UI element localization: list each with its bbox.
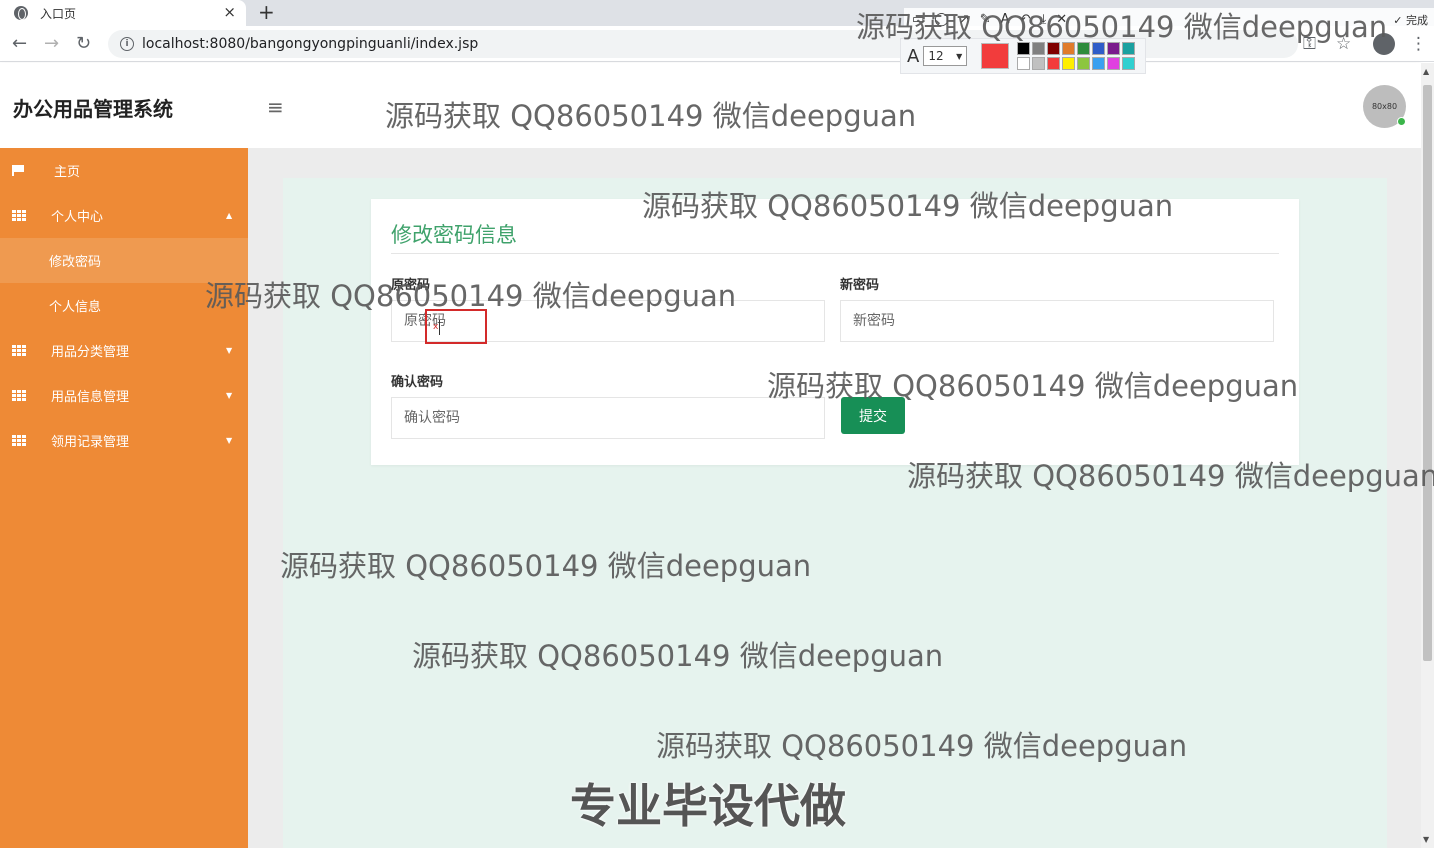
sidebar-item-label: 主页 [54, 165, 81, 180]
tab-title: 入口页 [40, 6, 77, 21]
sidebar-item-change-password[interactable]: 修改密码 [0, 238, 248, 283]
sidebar-item-usage-record-management[interactable]: 领用记录管理 ▼ [0, 418, 248, 463]
color-swatch[interactable] [1047, 57, 1061, 70]
new-tab-button[interactable]: + [258, 0, 275, 24]
sidebar-item-personal-center[interactable]: 个人中心 ▲ [0, 193, 248, 238]
browser-toolbar: ← → ↻ i localhost:8080/bangongyongpingua… [0, 26, 1434, 62]
new-password-label: 新密码 [840, 278, 880, 293]
grid-icon [12, 434, 26, 447]
color-swatch[interactable] [1122, 42, 1136, 55]
scrollbar-thumb[interactable] [1423, 85, 1432, 661]
annotation-cross-icon: x [433, 322, 439, 332]
arrow-tool-icon[interactable]: ↗ [959, 12, 970, 27]
cancel-icon[interactable]: ✕ [1056, 12, 1067, 27]
color-swatch[interactable] [1107, 57, 1121, 70]
app-title: 办公用品管理系统 [13, 97, 173, 121]
sidebar-item-category-management[interactable]: 用品分类管理 ▼ [0, 328, 248, 373]
color-swatch[interactable] [1017, 42, 1031, 55]
screenshot-toolbar: ▭ ◯ ↗ ✎ A ↶ ⤓ ✕ ✓ 完成 [904, 8, 1434, 30]
done-button[interactable]: ✓ 完成 [1393, 12, 1428, 28]
grid-icon [12, 344, 26, 357]
text-cursor [439, 320, 440, 335]
chevron-down-icon: ▼ [956, 51, 963, 61]
confirm-password-input[interactable] [391, 397, 825, 439]
reload-icon[interactable]: ↻ [76, 33, 91, 54]
submit-button[interactable]: 提交 [841, 397, 905, 434]
key-icon[interactable]: ⚿ [1303, 34, 1316, 54]
font-size-select[interactable]: 12 ▼ [923, 46, 968, 66]
text-style-panel: A 12 ▼ [900, 38, 1146, 74]
sidebar-item-label: 个人中心 [51, 210, 104, 225]
sidebar-item-label: 修改密码 [49, 255, 102, 270]
done-label: 完成 [1406, 14, 1428, 27]
watermark-banner: 专业毕设代做 [570, 779, 846, 833]
grid-icon [12, 209, 26, 222]
scroll-down-arrow-icon[interactable]: ▼ [1423, 835, 1429, 844]
color-swatch[interactable] [1062, 57, 1076, 70]
color-swatch[interactable] [1032, 57, 1046, 70]
sidebar-item-label: 个人信息 [49, 300, 102, 315]
chevron-down-icon: ▼ [226, 436, 233, 445]
back-arrow-icon[interactable]: ← [12, 33, 27, 54]
font-size-value: 12 [928, 49, 944, 63]
new-password-input[interactable] [840, 300, 1274, 342]
color-swatch[interactable] [1047, 42, 1061, 55]
info-icon[interactable]: i [120, 37, 134, 51]
current-color-swatch[interactable] [981, 43, 1010, 69]
flag-icon [12, 165, 24, 176]
chevron-down-icon: ▼ [226, 346, 233, 355]
app-header: 办公用品管理系统 ≡ 80x80 [0, 63, 1421, 148]
color-swatch[interactable] [1077, 57, 1091, 70]
close-icon[interactable]: × [223, 3, 236, 21]
divider [391, 253, 1279, 254]
sidebar-item-item-info-management[interactable]: 用品信息管理 ▼ [0, 373, 248, 418]
browser-menu-icon[interactable]: ⋮ [1410, 34, 1427, 54]
rectangle-tool-icon[interactable]: ▭ [912, 12, 924, 27]
color-palette [1017, 42, 1136, 70]
ellipse-tool-icon[interactable]: ◯ [934, 12, 949, 27]
save-icon[interactable]: ⤓ [1040, 12, 1046, 27]
color-swatch[interactable] [1017, 57, 1031, 70]
text-tool-icon[interactable]: A [1001, 12, 1010, 27]
chevron-up-icon: ▲ [226, 211, 233, 220]
sidebar-item-label: 用品信息管理 [51, 390, 130, 405]
sidebar-item-home[interactable]: 主页 [0, 148, 248, 193]
confirm-password-label: 确认密码 [391, 375, 444, 390]
sidebar-item-label: 用品分类管理 [51, 345, 130, 360]
grid-icon [12, 389, 26, 402]
old-password-label: 原密码 [391, 278, 431, 293]
color-swatch[interactable] [1122, 57, 1136, 70]
color-swatch[interactable] [1032, 42, 1046, 55]
color-swatch[interactable] [1092, 57, 1106, 70]
color-swatch[interactable] [1107, 42, 1121, 55]
sidebar-item-personal-info[interactable]: 个人信息 [0, 283, 248, 328]
profile-icon[interactable] [1373, 33, 1395, 55]
url-text: localhost:8080/bangongyongpinguanli/inde… [142, 36, 479, 52]
globe-icon [14, 6, 28, 20]
browser-tab[interactable]: 入口页 × [0, 0, 246, 26]
color-swatch[interactable] [1062, 42, 1076, 55]
sidebar-item-label: 领用记录管理 [51, 435, 130, 450]
online-status-dot [1397, 117, 1406, 126]
pen-tool-icon[interactable]: ✎ [980, 12, 991, 27]
change-password-card: 修改密码信息 原密码 新密码 确认密码 提交 [371, 199, 1299, 465]
color-swatch[interactable] [1077, 42, 1091, 55]
chevron-down-icon: ▼ [226, 391, 233, 400]
color-swatch[interactable] [1092, 42, 1106, 55]
star-icon[interactable]: ☆ [1336, 34, 1351, 54]
undo-icon[interactable]: ↶ [1020, 12, 1031, 27]
scroll-up-arrow-icon[interactable]: ▲ [1423, 67, 1429, 76]
hamburger-menu-icon[interactable]: ≡ [267, 95, 284, 119]
font-icon: A [907, 45, 920, 67]
forward-arrow-icon[interactable]: → [44, 33, 59, 54]
page-scrollbar[interactable]: ▲ ▼ [1421, 63, 1434, 848]
form-title: 修改密码信息 [391, 223, 517, 247]
sidebar: 主页 个人中心 ▲ 修改密码 个人信息 用品分类管理 ▼ 用品信息管理 ▼ 领用… [0, 148, 248, 848]
